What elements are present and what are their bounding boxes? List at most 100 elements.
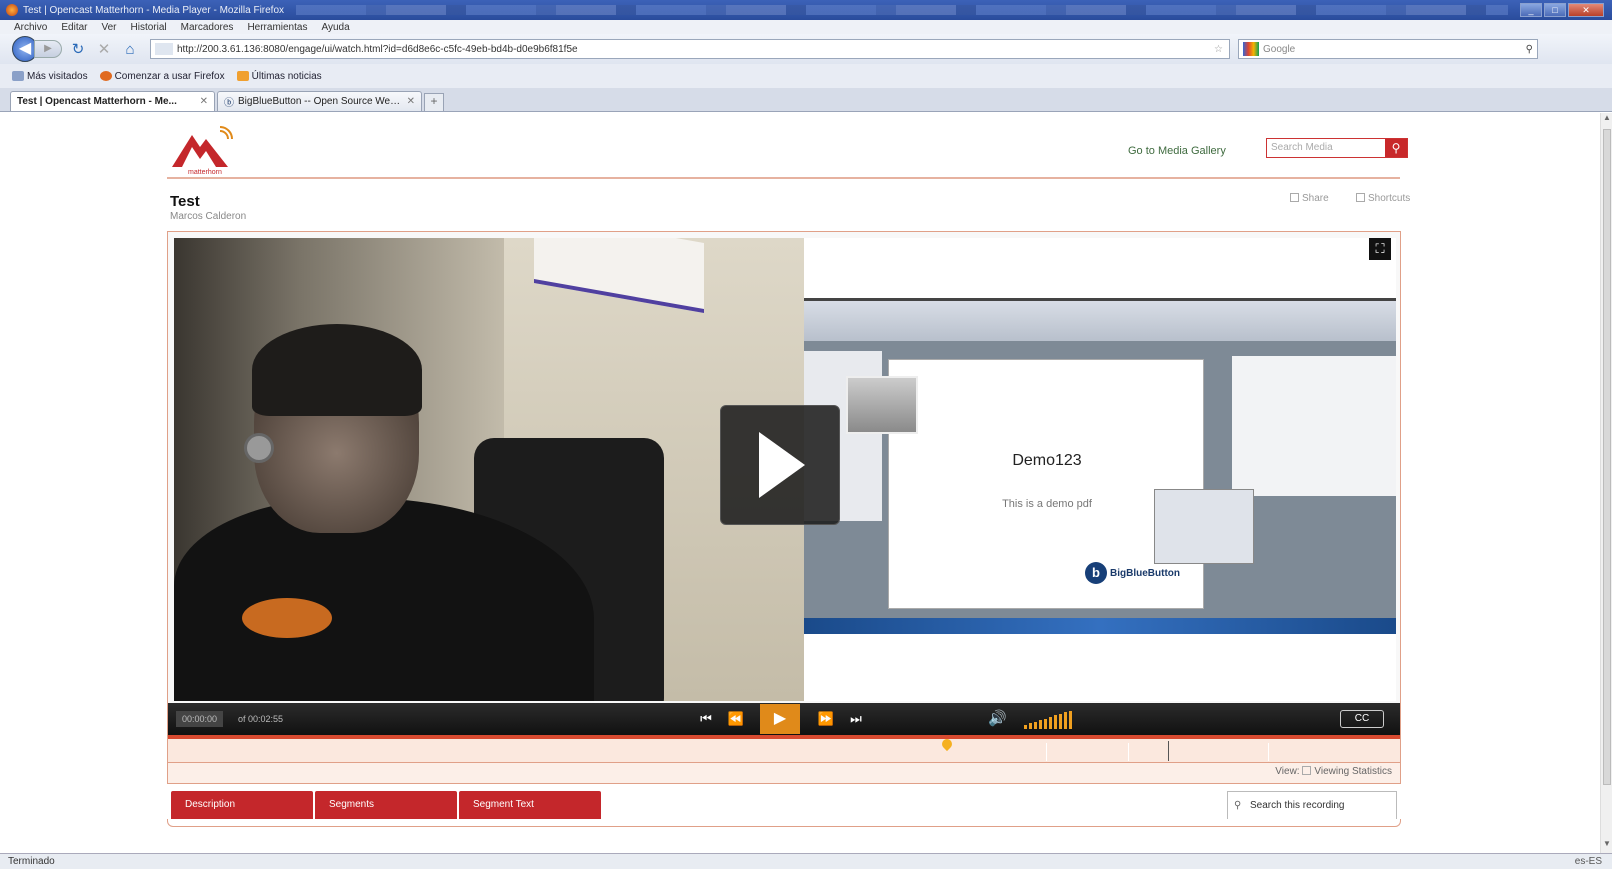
volume-bar[interactable] [1049,717,1052,729]
playhead-marker[interactable] [939,736,955,752]
menu-editar[interactable]: Editar [61,22,87,33]
window-titlebar: Test | Opencast Matterhorn - Media Playe… [0,0,1612,20]
tab-segments[interactable]: Segments [315,791,457,819]
google-icon[interactable] [1243,42,1259,56]
page-content: matterhorn Go to Media Gallery Search Me… [0,113,1600,853]
play-button[interactable]: ▶ [760,704,800,734]
rewind-icon[interactable]: ⏪ [724,707,748,731]
presentation-video[interactable]: Demo123 This is a demo pdf b BigBlueButto… [804,238,1396,701]
forward-button[interactable]: ▶ [34,40,62,58]
header-divider [167,177,1400,179]
search-placeholder[interactable]: Google [1263,44,1526,55]
big-play-button[interactable] [720,405,840,525]
view-statistics-toggle[interactable]: View: Viewing Statistics [1275,766,1392,777]
volume-bar[interactable] [1064,712,1067,729]
stop-icon[interactable]: ✕ [94,40,114,58]
presenter-video[interactable] [174,238,804,701]
volume-slider[interactable] [1024,709,1072,729]
bookmark-star-icon[interactable]: ☆ [1214,44,1223,55]
fast-forward-icon[interactable]: ⏩ [814,707,838,731]
bookmark-most-visited[interactable]: Más visitados [12,71,88,82]
close-tab-icon[interactable]: ✕ [407,96,415,107]
menu-ayuda[interactable]: Ayuda [321,22,349,33]
page-title: Test [170,193,200,210]
volume-bar[interactable] [1024,725,1027,729]
screen-capture: Demo123 This is a demo pdf b BigBlueButto… [804,298,1396,634]
menu-ver[interactable]: Ver [101,22,116,33]
locale-indicator: es-ES [1574,856,1602,867]
tab-segment-text[interactable]: Segment Text [459,791,601,819]
search-recording-input[interactable]: ⚲ Search this recording [1227,791,1397,819]
share-toggle[interactable]: Share [1290,193,1329,204]
close-tab-icon[interactable]: ✕ [200,96,208,107]
bookmark-latest-news[interactable]: Últimas noticias [236,70,322,82]
shortcuts-checkbox[interactable] [1356,193,1365,202]
search-media-box[interactable]: Search Media ⚲ [1266,138,1408,158]
search-icon[interactable]: ⚲ [1526,44,1533,55]
author-name: Marcos Calderon [170,211,247,222]
reload-icon[interactable]: ↻ [68,40,88,58]
fullscreen-icon[interactable]: ⛶ [1369,238,1391,260]
volume-bar[interactable] [1069,710,1072,729]
volume-icon[interactable]: 🔊 [988,707,1007,731]
volume-bar[interactable] [1029,723,1032,729]
volume-bar[interactable] [1059,713,1062,729]
browser-tabstrip: Test | Opencast Matterhorn - Me... ✕ ⓑ B… [0,88,1612,112]
navigation-toolbar: ◀ ▶ ↻ ✕ ⌂ http://200.3.61.136:8080/engag… [0,34,1612,64]
search-box[interactable]: Google ⚲ [1238,39,1538,59]
current-time[interactable]: 00:00:00 [176,711,224,727]
video-player: Demo123 This is a demo pdf b BigBlueButto… [167,231,1401,784]
url-text[interactable]: http://200.3.61.136:8080/engage/ui/watch… [177,44,1214,55]
firefox-icon [99,70,112,81]
captions-button[interactable]: CC [1340,710,1384,728]
volume-bar[interactable] [1044,718,1047,729]
bigbluebutton-logo: b BigBlueButton [1085,562,1180,584]
segment-divider [1268,743,1269,761]
status-text: Terminado [8,856,55,867]
bigbluebutton-icon: b [1085,562,1107,584]
view-options: View: Viewing Statistics [168,763,1400,783]
minimize-button[interactable]: _ [1520,3,1542,17]
total-time: of 00:02:55 [238,714,284,724]
new-tab-button[interactable]: + [424,93,444,111]
volume-bar[interactable] [1039,720,1042,729]
scroll-thumb[interactable] [1603,129,1611,785]
menu-marcadores[interactable]: Marcadores [181,22,234,33]
window-controls: _ □ ✕ [1520,3,1604,17]
media-gallery-link[interactable]: Go to Media Gallery [1128,145,1226,157]
volume-bar[interactable] [1054,715,1057,729]
webcam-thumbnail [846,376,918,434]
segments-timeline[interactable] [168,736,1400,763]
tab-label: Test | Opencast Matterhorn - Me... [17,96,177,107]
shortcuts-toggle[interactable]: Shortcuts [1356,193,1410,204]
maximize-button[interactable]: □ [1544,3,1566,17]
bookmark-getting-started[interactable]: Comenzar a usar Firefox [99,70,225,82]
menu-herramientas[interactable]: Herramientas [247,22,307,33]
search-icon[interactable]: ⚲ [1385,139,1407,157]
address-bar[interactable]: http://200.3.61.136:8080/engage/ui/watch… [150,39,1230,59]
menu-archivo[interactable]: Archivo [14,22,47,33]
search-media-input[interactable]: Search Media [1267,139,1385,157]
viewing-statistics-checkbox[interactable] [1302,766,1312,775]
presentation-slide: Demo123 This is a demo pdf b BigBlueButto… [888,359,1204,609]
close-window-button[interactable]: ✕ [1568,3,1604,17]
tab-description[interactable]: Description [171,791,313,819]
volume-bar[interactable] [1034,721,1037,729]
browser-tab-bigbluebutton[interactable]: ⓑ BigBlueButton -- Open Source Web... ✕ [217,91,422,111]
home-icon[interactable]: ⌂ [120,41,140,58]
browser-tab-matterhorn[interactable]: Test | Opencast Matterhorn - Me... ✕ [10,91,215,111]
matterhorn-logo[interactable]: matterhorn [170,125,240,175]
share-checkbox[interactable] [1290,193,1299,202]
segment-divider [1128,743,1129,761]
rss-icon [236,70,249,81]
skip-forward-icon[interactable]: ⏭ [844,707,868,731]
site-identity-icon[interactable] [155,43,173,55]
scroll-up-icon[interactable]: ▲ [1601,113,1612,127]
menu-historial[interactable]: Historial [131,22,167,33]
segment-marker-line [1168,741,1169,761]
scroll-down-icon[interactable]: ▼ [1601,839,1612,853]
page-scrollbar[interactable]: ▲ ▼ [1600,113,1612,853]
bigbluebutton-icon: ⓑ [224,98,234,109]
skip-back-icon[interactable]: ⏮ [694,707,718,731]
mini-window [1154,489,1254,564]
